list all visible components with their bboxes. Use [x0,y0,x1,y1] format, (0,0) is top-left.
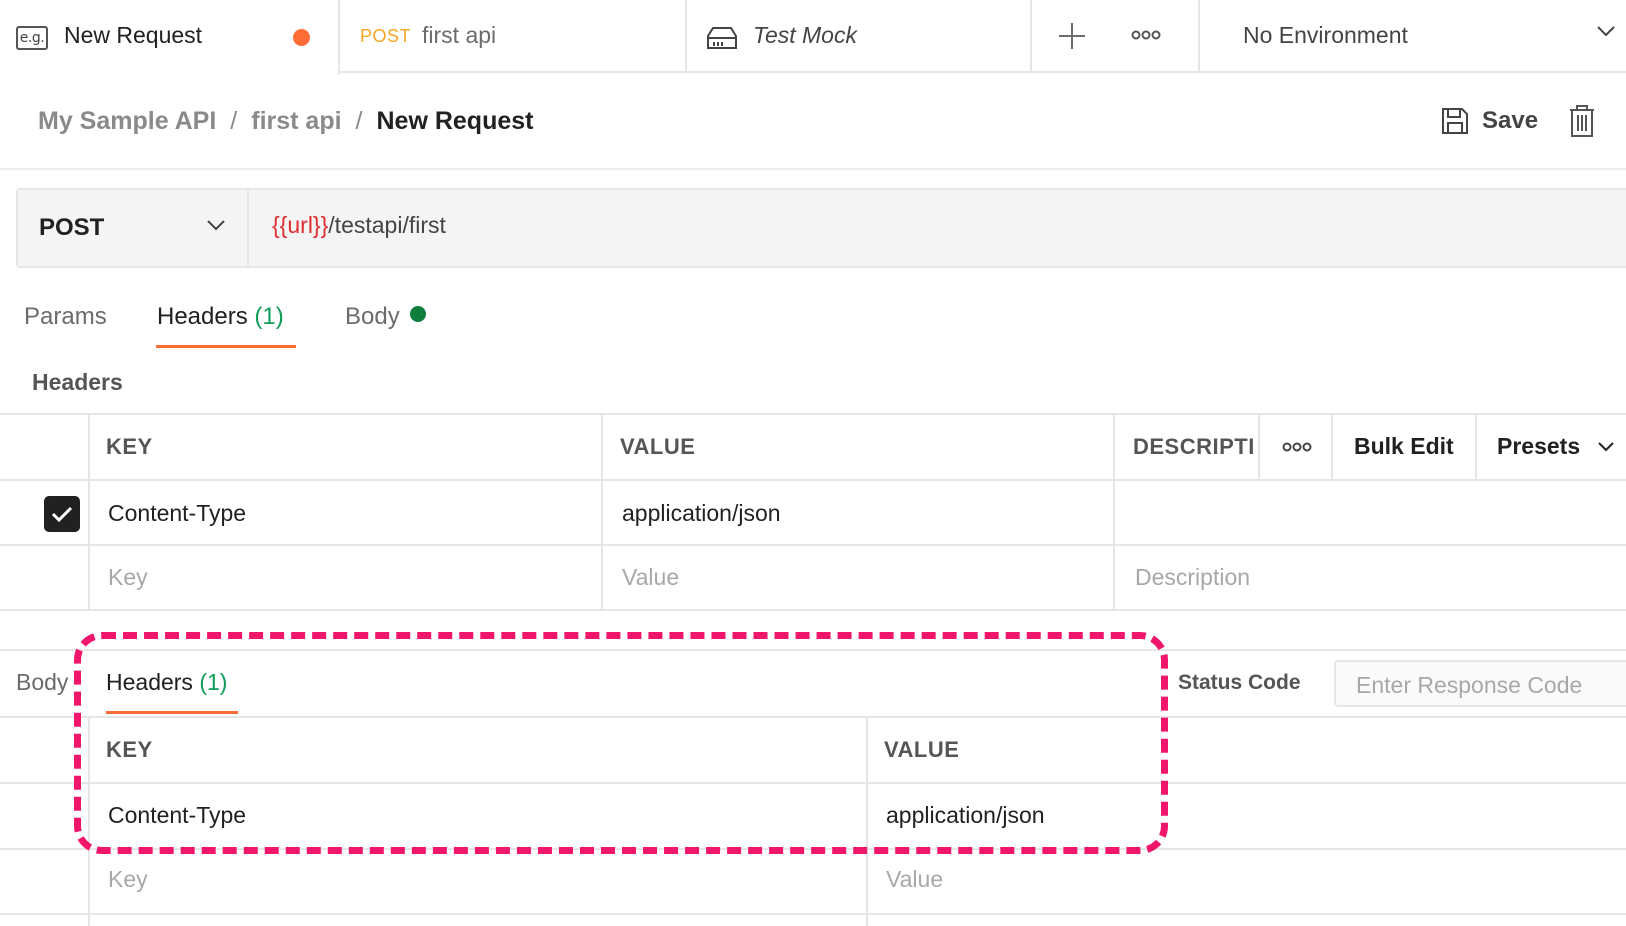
request-url-bar: POST {{url}}/testapi/first [16,188,1626,268]
tab-title: first api [422,22,497,48]
new-tab-button[interactable] [1052,14,1092,58]
table-border [1113,413,1115,611]
bulk-edit-button[interactable]: Bulk Edit [1354,433,1454,460]
ellipsis-icon [1282,442,1312,452]
table-border [1258,413,1260,479]
table-border [88,413,90,611]
tab-headers-label: Headers [157,303,248,330]
header-value-cell[interactable]: application/json [622,500,781,527]
header-key-cell[interactable]: Content-Type [108,500,246,527]
save-icon [1442,108,1468,134]
response-header-key-cell[interactable]: Content-Type [108,802,246,829]
tab-new-request[interactable]: e.g. New Request [0,0,340,75]
new-key-input[interactable]: Key [108,564,148,591]
tab-headers-count: (1) [254,303,284,330]
tab-body[interactable]: Body [345,303,426,331]
headers-section-title: Headers [32,369,123,395]
breadcrumb-separator: / [355,107,363,135]
unsaved-indicator [293,29,310,46]
body-indicator-dot [409,306,426,322]
env-divider [1198,0,1200,73]
column-header-value: VALUE [884,737,960,762]
environment-selector[interactable]: No Environment [1243,22,1408,49]
method-label: POST [39,214,105,241]
table-border [0,716,1626,718]
tab-bar: e.g. New Request POST first api Test Moc… [0,0,1626,75]
response-header-value-cell[interactable]: application/json [886,802,1045,829]
table-border [0,544,1626,546]
save-button[interactable]: Save [1440,106,1538,136]
breadcrumb-separator: / [230,107,238,135]
tab-title: New Request [64,22,203,48]
response-tab-headers-label: Headers [106,669,193,695]
new-description-input[interactable]: Description [1135,564,1250,591]
table-border [0,913,1626,915]
chevron-down-icon [206,218,226,237]
column-header-key: KEY [106,434,153,459]
delete-button[interactable] [1568,104,1596,143]
table-border [0,609,1626,611]
response-divider [0,649,1626,651]
divider [0,168,1626,170]
column-options-button[interactable] [1282,440,1312,456]
tab-method-badge: POST [360,26,412,46]
more-tabs-button[interactable] [1126,22,1166,50]
tab-headers[interactable]: Headers (1) [157,303,284,331]
breadcrumb-collection[interactable]: My Sample API [38,107,216,136]
new-value-input[interactable]: Value [622,564,679,591]
response-tab-headers[interactable]: Headers (1) [106,669,227,696]
table-border [1331,413,1333,479]
table-border [601,413,603,611]
checkmark-icon [51,506,73,523]
column-header-key: KEY [106,737,153,762]
new-response-value-input[interactable]: Value [886,866,943,893]
plus-icon [1059,23,1085,49]
table-border [88,716,90,926]
response-tab-body[interactable]: Body [16,669,68,696]
response-headers-count: (1) [199,669,228,695]
method-select[interactable]: POST [18,190,249,266]
breadcrumb-current[interactable]: New Request [377,107,534,136]
breadcrumb-folder[interactable]: first api [251,107,341,136]
column-header-value: VALUE [620,434,696,459]
table-border [866,716,868,926]
tab-test-mock[interactable]: Test Mock [689,0,1032,73]
chevron-down-icon[interactable] [1597,440,1615,458]
table-border [0,848,1626,850]
column-header-description: DESCRIPTI [1133,434,1255,459]
url-variable: {{url}} [272,212,329,238]
tab-first-api[interactable]: POST first api [342,0,687,73]
breadcrumb: My Sample API / first api / New Request [38,107,533,136]
table-border [0,782,1626,784]
presets-button[interactable]: Presets [1497,433,1580,460]
status-code-placeholder: Enter Response Code [1356,672,1583,698]
active-tab-indicator [106,711,238,714]
active-tab-indicator [156,345,296,348]
mock-server-icon [705,24,739,57]
tab-body-label: Body [345,303,400,330]
tab-title: Test Mock [753,22,857,48]
trash-icon [1570,105,1594,137]
save-label: Save [1482,107,1539,134]
example-request-icon: e.g. [16,26,48,50]
tab-params[interactable]: Params [24,303,107,331]
url-path: /testapi/first [328,212,446,238]
new-response-key-input[interactable]: Key [108,866,148,893]
chevron-down-icon[interactable] [1596,24,1616,43]
status-code-input[interactable]: Enter Response Code [1334,660,1626,707]
table-border [0,479,1626,481]
table-border [1475,413,1477,479]
ellipsis-icon [1131,30,1161,40]
url-input[interactable]: {{url}}/testapi/first [272,212,446,239]
status-code-label: Status Code [1178,671,1301,694]
table-border [0,413,1626,415]
header-enabled-checkbox[interactable] [44,496,80,532]
